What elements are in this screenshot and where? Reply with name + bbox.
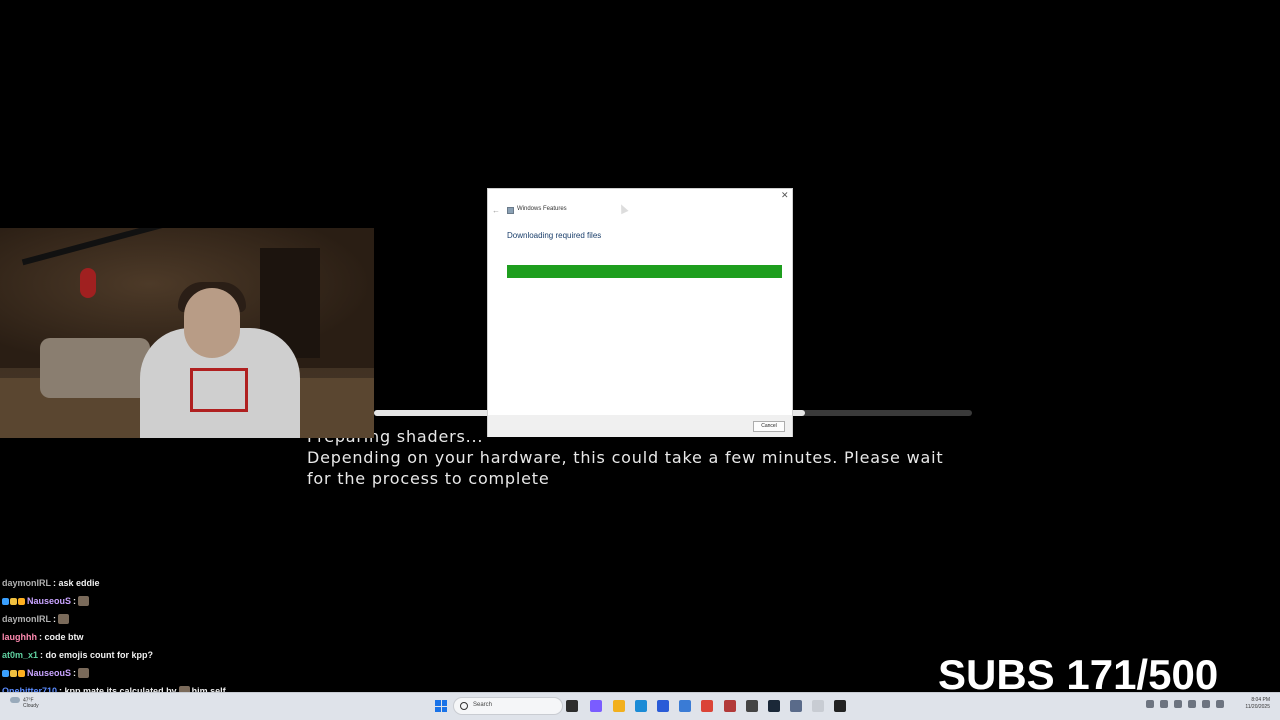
- webcam-guitar: [80, 268, 96, 298]
- chat-text: : do emojis count for kpp?: [40, 650, 154, 660]
- badge-icon: [2, 669, 9, 677]
- dialog-title: Windows Features: [517, 206, 567, 212]
- chat-text: :: [53, 614, 57, 624]
- badge-icon: [10, 597, 17, 605]
- chrome-icon[interactable]: [701, 700, 713, 712]
- badge-icon: [2, 597, 9, 605]
- app-icon-2[interactable]: [746, 700, 758, 712]
- loading-info-line: Depending on your hardware, this could t…: [307, 448, 944, 467]
- taskbar-search[interactable]: Search: [453, 697, 563, 715]
- windows-features-dialog: ← Windows Features ✕ Downloading require…: [487, 188, 793, 437]
- emote-icon: [78, 668, 90, 678]
- clock-date: 11/20/2025: [1245, 704, 1270, 710]
- badge-icon: [10, 669, 17, 677]
- app-icon-3[interactable]: [790, 700, 802, 712]
- chat-text: :: [73, 668, 77, 678]
- tray-app-icon[interactable]: [1174, 700, 1182, 708]
- emote-icon: [78, 596, 90, 606]
- taskbar-clock[interactable]: 8:04 PM 11/20/2025: [1234, 697, 1270, 711]
- network-icon[interactable]: [1202, 700, 1210, 708]
- start-button[interactable]: [435, 700, 447, 712]
- chevron-up-icon[interactable]: [1146, 700, 1154, 708]
- dialog-footer: Cancel: [488, 415, 792, 437]
- chat-message: daymonIRL:: [2, 610, 322, 628]
- badge-icon: [18, 669, 25, 677]
- clock-time: 8:04 PM: [1251, 697, 1270, 703]
- back-arrow-icon[interactable]: ←: [492, 206, 500, 215]
- badge-icon: [18, 597, 25, 605]
- cancel-button[interactable]: Cancel: [753, 421, 785, 432]
- close-icon[interactable]: ✕: [781, 190, 789, 201]
- system-tray: [1146, 700, 1224, 708]
- steam-icon[interactable]: [768, 700, 780, 712]
- chat-message: daymonIRL: ask eddie: [2, 574, 322, 592]
- chat-badges: [2, 669, 25, 677]
- download-progress-fill: [507, 265, 782, 278]
- dialog-heading: Downloading required files: [507, 231, 602, 240]
- stream-chat: daymonIRL: ask eddie NauseouS: daymonIRL: l…: [2, 574, 322, 700]
- chat-username[interactable]: NauseouS: [27, 667, 71, 679]
- chat-message: NauseouS:: [2, 664, 322, 682]
- search-placeholder: Search: [473, 702, 493, 708]
- chat-text: : ask eddie: [53, 578, 100, 588]
- download-progress-bar: [507, 265, 782, 278]
- windows-logo-icon: [435, 700, 441, 706]
- taskbar: 47°F Cloudy Search 8:04 PM 11/20/2025: [0, 692, 1280, 720]
- loading-info-line-2: for the process to complete: [307, 469, 550, 488]
- volume-icon[interactable]: [1216, 700, 1224, 708]
- edge-icon[interactable]: [635, 700, 647, 712]
- search-icon: [460, 702, 468, 710]
- weather-widget[interactable]: 47°F Cloudy: [10, 697, 39, 709]
- webcam-couch: [40, 338, 150, 398]
- photos-icon[interactable]: [679, 700, 691, 712]
- emote-icon: [58, 614, 70, 624]
- chat-text: :: [73, 596, 77, 606]
- weather-desc: Cloudy: [23, 703, 39, 710]
- app-icon-4[interactable]: [812, 700, 824, 712]
- windows-logo-tile: [435, 706, 441, 712]
- webcam-feed: [0, 228, 374, 438]
- windows-logo-tile: [441, 700, 447, 706]
- store-icon[interactable]: [657, 700, 669, 712]
- tray-app-icon[interactable]: [1160, 700, 1168, 708]
- taskview-icon[interactable]: [566, 700, 578, 712]
- chat-message: at0m_x1: do emojis count for kpp?: [2, 646, 322, 664]
- file-explorer-icon[interactable]: [613, 700, 625, 712]
- chat-text: : code btw: [39, 632, 84, 642]
- windows-logo-tile: [441, 706, 447, 712]
- chat-username[interactable]: NauseouS: [27, 595, 71, 607]
- webcam-head: [184, 288, 240, 358]
- webcam-shirt-print: [190, 368, 248, 412]
- chat-badges: [2, 597, 25, 605]
- chat-username[interactable]: daymonIRL: [2, 577, 51, 589]
- chat-username[interactable]: laughhh: [2, 631, 37, 643]
- app-icon[interactable]: [724, 700, 736, 712]
- copilot-icon[interactable]: [590, 700, 602, 712]
- chat-message: NauseouS:: [2, 592, 322, 610]
- chat-username[interactable]: at0m_x1: [2, 649, 38, 661]
- chat-message: laughhh: code btw: [2, 628, 322, 646]
- tray-app-icon[interactable]: [1188, 700, 1196, 708]
- obs-icon[interactable]: [834, 700, 846, 712]
- cloud-icon: [10, 697, 20, 703]
- windows-features-icon: [507, 207, 514, 214]
- chat-username[interactable]: daymonIRL: [2, 613, 51, 625]
